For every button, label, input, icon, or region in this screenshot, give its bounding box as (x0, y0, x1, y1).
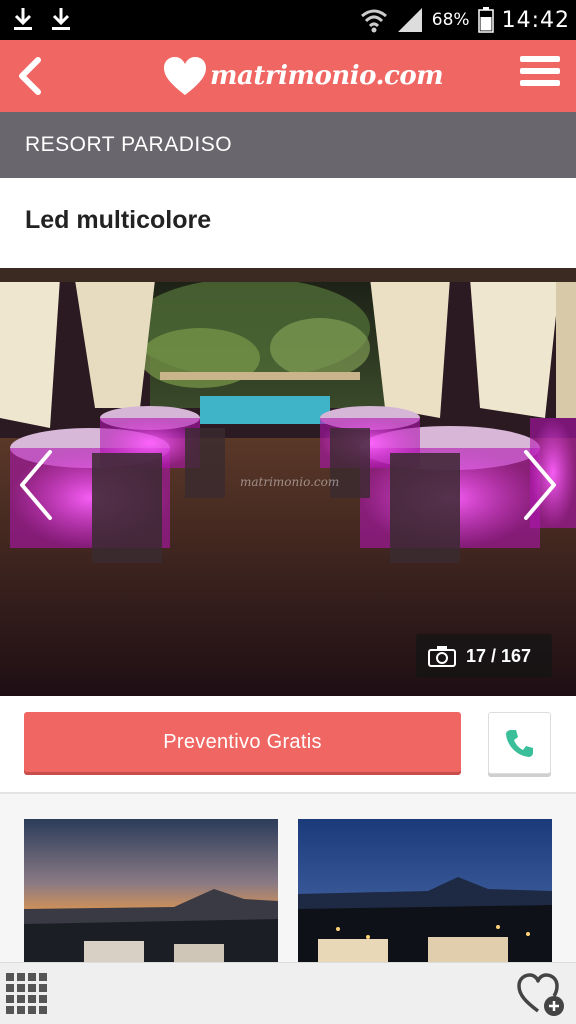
heart-plus-icon[interactable] (516, 971, 566, 1017)
status-bar: 68% 14:42 (0, 0, 576, 40)
photo-gallery (0, 794, 576, 962)
photo-title: Led multicolore (25, 206, 212, 234)
chevron-right-icon[interactable] (520, 448, 560, 522)
photo-counter: 17 / 167 (416, 634, 552, 678)
status-right: 68% 14:42 (360, 0, 570, 40)
download-icon (52, 8, 70, 30)
app-header: matrimonio.com (0, 40, 576, 112)
grid-menu-icon[interactable] (6, 973, 47, 1014)
bottom-bar (0, 962, 576, 1024)
sunset-photo (24, 819, 278, 962)
logo-text: matrimonio.com (210, 61, 444, 91)
venue-name[interactable]: RESORT PARADISO (0, 112, 576, 178)
back-arrow-icon[interactable] (14, 54, 48, 98)
signal-icon (397, 8, 422, 32)
wifi-icon (360, 9, 387, 33)
download-icon (14, 8, 32, 30)
phone-icon (506, 730, 533, 757)
night-view-photo (298, 819, 552, 962)
gallery-thumbnail[interactable] (24, 819, 278, 962)
photo-title-bar: Led multicolore (0, 178, 576, 268)
clock: 14:42 (501, 7, 570, 33)
gallery-thumbnail[interactable] (298, 819, 552, 962)
photo-counter-text: 17 / 167 (466, 645, 532, 666)
heart-logo-icon (164, 57, 206, 95)
camera-icon (428, 646, 456, 667)
call-button[interactable] (488, 712, 551, 774)
photo-watermark: matrimonio.com (240, 475, 339, 489)
venue-photo: matrimonio.com (0, 268, 576, 696)
battery-icon (477, 7, 494, 33)
hamburger-menu-icon[interactable] (520, 56, 560, 92)
action-bar: Preventivo Gratis (0, 696, 576, 794)
brand-logo[interactable]: matrimonio.com (162, 48, 444, 104)
photo-viewer[interactable]: matrimonio.com (0, 268, 576, 696)
free-quote-button[interactable]: Preventivo Gratis (24, 712, 461, 772)
battery-percent: 68% (431, 10, 470, 30)
chevron-left-icon[interactable] (16, 448, 56, 522)
